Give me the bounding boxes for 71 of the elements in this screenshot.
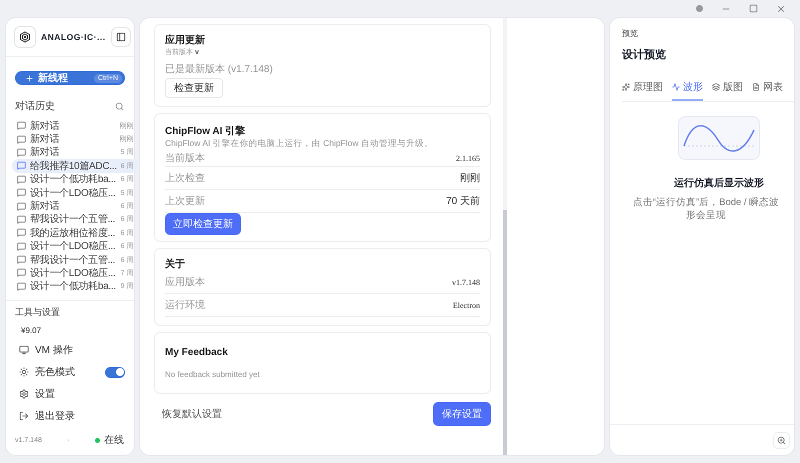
chat-icon [17, 121, 26, 130]
settings-icon [19, 389, 29, 399]
preview-tab[interactable]: 原理图 [622, 76, 663, 101]
info-label: 应用版本 [165, 276, 205, 289]
maximize-icon[interactable] [749, 4, 758, 13]
card-title: 应用更新 [165, 33, 206, 47]
save-settings-button[interactable]: 保存设置 [433, 402, 491, 426]
preview-title: 设计预览 [622, 48, 667, 62]
activity-icon [672, 83, 680, 91]
empty-state-text: 点击“运行仿真”后，Bode / 瞬态波形会呈现 [632, 196, 780, 223]
tools-heading: 工具与设置 [15, 306, 61, 319]
monitor-icon [19, 345, 29, 355]
tool-item[interactable]: VM 操作 [15, 339, 125, 361]
card-title: 关于 [165, 258, 186, 271]
chat-icon [17, 174, 26, 184]
chat-icon [17, 242, 26, 251]
chat-icon [17, 255, 26, 264]
info-value: Electron [452, 300, 480, 310]
card-title: ChipFlow AI 引擎 [165, 124, 246, 138]
info-value: 70 天前 [446, 195, 480, 208]
check-update-button[interactable]: 检查更新 [165, 78, 223, 98]
chat-icon [17, 148, 26, 157]
info-value: 2.1.165 [456, 154, 480, 162]
preview-eyebrow: 预览 [622, 28, 639, 39]
chat-icon [17, 134, 26, 144]
preview-tab[interactable]: 波形 [672, 76, 703, 101]
chat-icon [17, 214, 26, 224]
tool-item[interactable]: 退出登录 [15, 405, 125, 427]
layers-icon [712, 83, 720, 91]
check-now-button[interactable]: 立即检查更新 [165, 213, 241, 235]
close-icon[interactable] [776, 4, 786, 14]
empty-feedback-text: No feedback submitted yet [165, 370, 261, 379]
sun-icon [19, 367, 29, 377]
online-status-text: 在线 [104, 434, 124, 447]
tool-item[interactable]: 设置 [15, 383, 125, 405]
info-value: v1.7.148 [452, 278, 480, 286]
theme-toggle[interactable] [105, 366, 125, 378]
search-icon[interactable] [115, 102, 124, 110]
brand-name: ANALOG·IC·... [41, 32, 106, 42]
chat-icon [17, 202, 26, 211]
status-dot-icon [696, 5, 703, 12]
info-value: 刚刚 [460, 172, 480, 185]
info-label: 运行环境 [165, 298, 205, 312]
balance-text: ¥9.07 [20, 325, 42, 337]
preview-tab[interactable]: 版图 [712, 76, 743, 101]
chat-icon [17, 282, 26, 291]
sidebar-toggle-button[interactable] [110, 27, 131, 47]
engine-description: ChipFlow AI 引擎在你的电脑上运行，由 ChipFlow 自动管理与升级。 [165, 138, 434, 150]
tool-item[interactable]: 亮色模式 [15, 361, 125, 383]
sparkle-icon [622, 83, 630, 91]
zoom-button[interactable] [773, 432, 790, 448]
chat-icon [17, 188, 26, 198]
logout-icon [19, 411, 29, 421]
zoom-in-icon [777, 436, 786, 444]
document-icon [752, 83, 760, 91]
chat-icon [17, 161, 26, 170]
preview-tab[interactable]: 网表 [752, 76, 783, 101]
info-label: 上次检查 [165, 172, 205, 185]
card-title: My Feedback [165, 347, 229, 358]
empty-state-title: 运行仿真后显示波形 [674, 176, 764, 190]
chat-icon [17, 228, 26, 238]
online-status-dot [94, 438, 100, 442]
history-heading: 对话历史 [15, 100, 55, 113]
plus-icon [25, 74, 34, 82]
hexagon-logo-icon [14, 26, 36, 48]
info-label: 上次更新 [165, 194, 205, 208]
panel-icon [116, 32, 126, 42]
update-status-text: 已是最新版本 (v1.7.148) [165, 62, 274, 76]
reset-defaults-button[interactable]: 恢复默认设置 [162, 407, 222, 421]
chat-icon [17, 268, 26, 278]
info-label: 当前版本 [165, 152, 205, 165]
